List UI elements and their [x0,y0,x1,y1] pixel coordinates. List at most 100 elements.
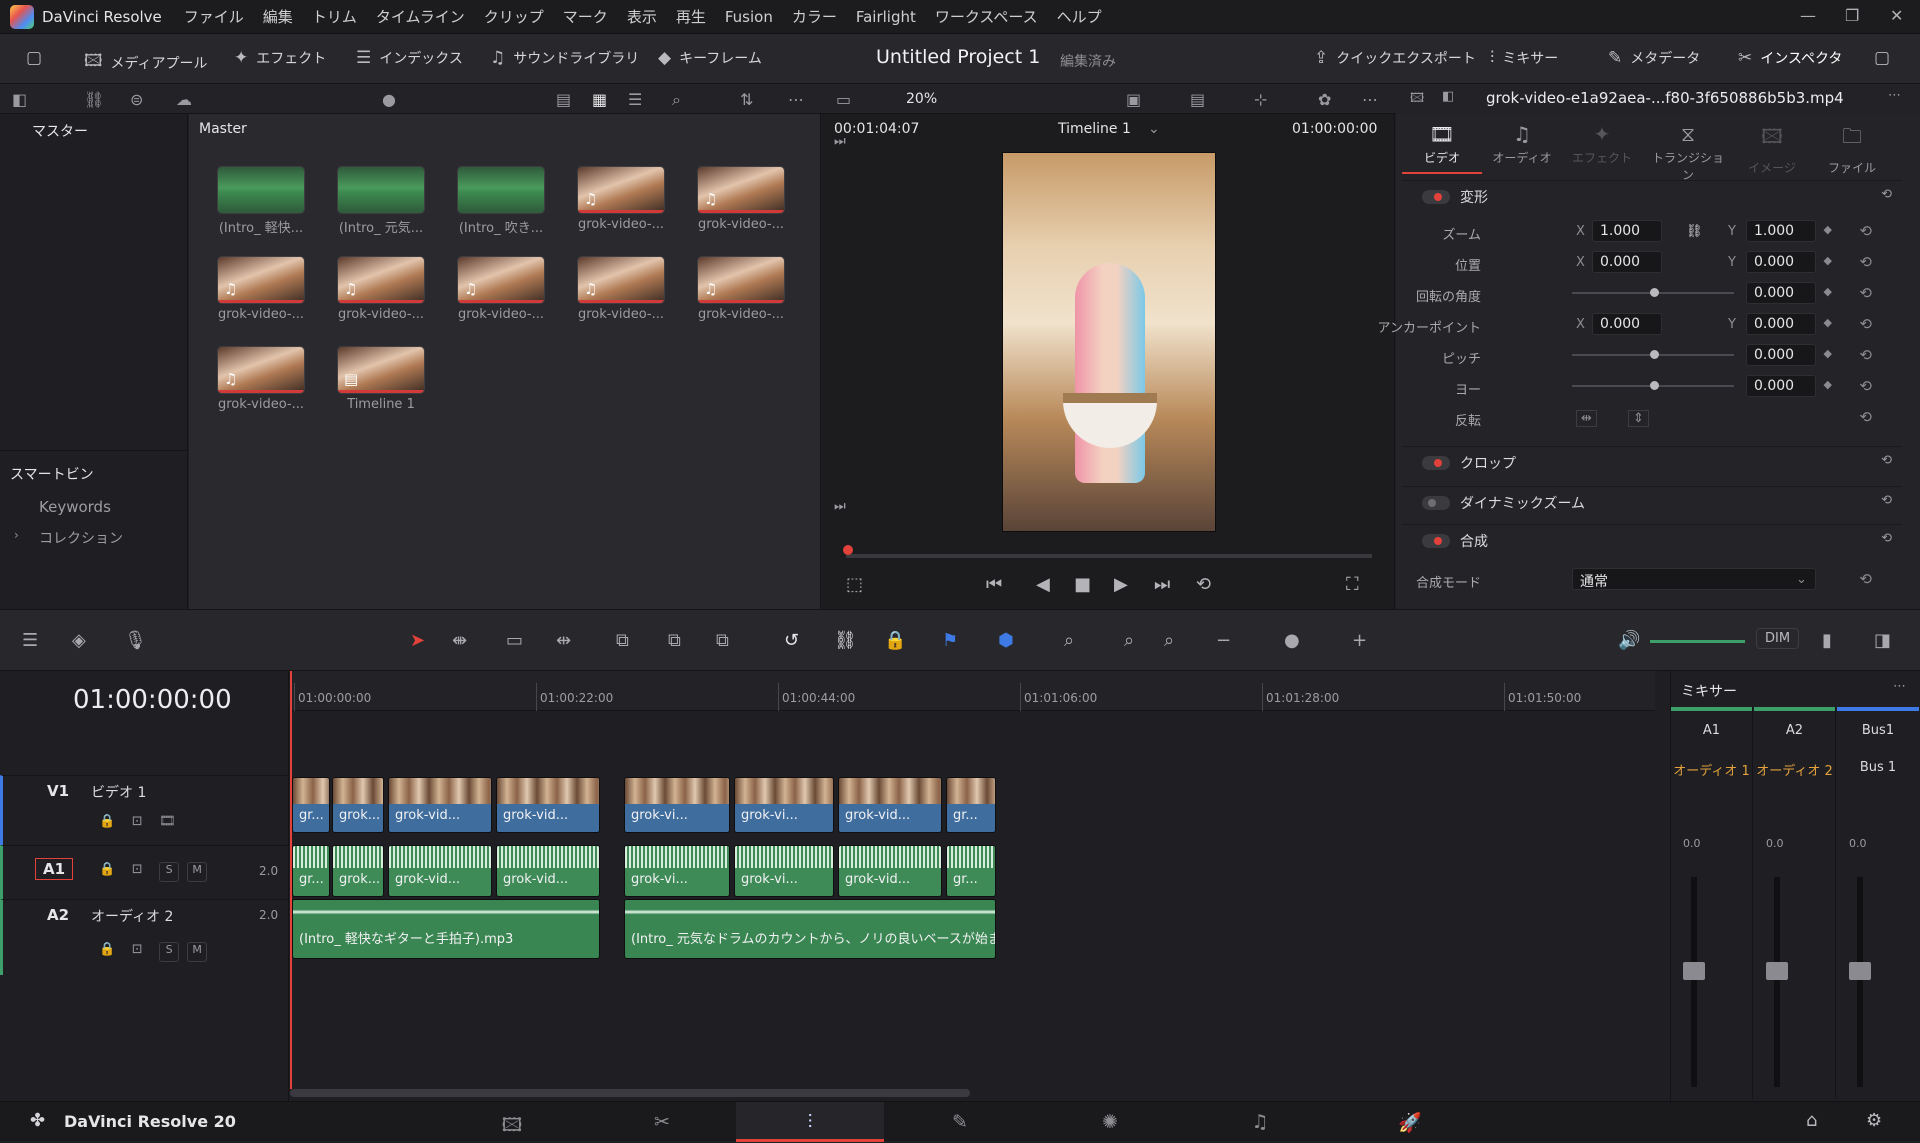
reset-icon[interactable]: ⟲ [1859,377,1872,395]
list-view-icon[interactable]: ☰ [628,90,642,109]
timeline-ruler[interactable]: 01:00:00:00 01:00:22:00 01:00:44:00 01:0… [290,671,1655,711]
rotation-slider[interactable] [1572,288,1734,297]
viewer-fit-icon[interactable]: ▣ [1126,90,1141,109]
media-pool-clip[interactable]: (Intro_ 元気... [337,166,425,236]
diamond-icon[interactable]: ◈ [72,630,86,651]
smart-bin-keywords[interactable]: Keywords [39,498,111,516]
metadata-view-icon[interactable]: ▤ [556,90,571,109]
crop-toggle[interactable] [1422,456,1450,470]
fullscreen-icon[interactable]: ⛶ [1346,574,1359,595]
menu-view[interactable]: 表示 [627,6,657,27]
zoom-slider[interactable]: ● [1284,630,1300,651]
reset-icon[interactable]: ⟲ [1881,187,1892,202]
menu-mark[interactable]: マーク [563,6,608,27]
zoom-x-field[interactable]: 1.000 [1592,220,1662,242]
video-clip[interactable]: grok-vi... [624,777,730,833]
menu-timeline[interactable]: タイムライン [376,6,465,27]
video-clip[interactable]: gr... [946,777,996,833]
insert-clip-icon[interactable]: ⧉ [616,630,629,651]
scrubber-playhead[interactable] [843,545,853,555]
section-crop[interactable]: クロップ ⟲ [1402,446,1902,476]
tab-image[interactable]: 🖾 イメージ [1732,122,1812,176]
horizontal-scrollbar[interactable] [290,1089,970,1097]
video-clip[interactable]: grok-vid... [838,777,942,833]
mute-button[interactable]: M [187,942,208,962]
blade-tool-icon[interactable]: ⇹ [556,630,571,651]
position-x-field[interactable]: 0.000 [1592,251,1662,273]
solo-button[interactable]: S [159,942,180,962]
menu-workspace[interactable]: ワークスペース [935,6,1038,27]
menu-fairlight[interactable]: Fairlight [856,8,916,26]
page-media-icon[interactable]: 🖾 [438,1102,586,1142]
loop-icon[interactable]: ⟲ [1196,574,1211,595]
zoom-y-field[interactable]: 1.000 [1746,220,1816,242]
reset-icon[interactable]: ⟲ [1859,570,1872,588]
media-pool-clip[interactable]: ♫ grok-video-... [577,256,665,322]
timeline-options-icon[interactable]: ☰ [22,630,38,651]
media-pool-clip[interactable]: ♫ grok-video-... [697,166,785,232]
audio-clip[interactable]: grok-vid... [388,845,492,897]
section-composite[interactable]: 合成 ⟲ [1402,524,1902,554]
marker-icon[interactable]: ⬢ [998,630,1014,651]
dim-button[interactable]: DIM [1756,628,1800,649]
reset-icon[interactable]: ⟲ [1859,284,1872,302]
disable-video-icon[interactable]: 🎞 [159,814,176,829]
music-clip[interactable]: (Intro_ 元気なドラムのカウントから、ノリの良いベースが始まる).m... [624,899,996,959]
thumbnail-view-icon[interactable]: ▦ [592,90,607,109]
smart-bin-collections[interactable]: コレクション [39,528,123,548]
zoom-level[interactable]: 20% [906,91,937,107]
reset-icon[interactable]: ⟲ [1859,222,1872,240]
audio-clip[interactable]: grok... [332,845,384,897]
settings-gear-icon[interactable]: ⚙ [1866,1110,1882,1131]
track-a2[interactable]: A2 オーディオ 2 2.0 🔒 ⊡ SM [0,899,289,975]
minimize-icon[interactable]: — [1800,6,1816,25]
video-clip[interactable]: grok... [332,777,384,833]
linked-selection-icon[interactable]: ⛓ [834,630,857,651]
track-v1[interactable]: V1 ビデオ 1 🔒 ⊡ 🎞 [0,775,289,845]
keyframe-diamond-icon[interactable]: ◆ [1824,347,1832,360]
search-icon[interactable]: ⌕ [672,90,681,110]
panel-toggle-icon[interactable]: ▢ [26,48,50,68]
anchor-y-field[interactable]: 0.000 [1746,313,1816,335]
video-clip[interactable]: grok-vid... [388,777,492,833]
audio-clip[interactable]: gr... [946,845,996,897]
keyframe-diamond-icon[interactable]: ◆ [1824,254,1832,267]
zoom-custom-icon[interactable]: ⌕ [1164,630,1174,651]
audio-clip[interactable]: grok-vid... [496,845,600,897]
blend-mode-select[interactable]: 通常 [1572,568,1816,590]
page-fusion-icon[interactable]: ✎ [886,1102,1034,1142]
keyframe-diamond-icon[interactable]: ◆ [1824,223,1832,236]
mixer-button[interactable]: ⫶ ミキサー [1490,48,1558,68]
flag-icon[interactable]: ⚑ [942,630,958,651]
video-clip[interactable]: grok-vi... [734,777,834,833]
mute-button[interactable]: M [187,862,208,882]
zoom-in-icon[interactable]: + [1352,630,1367,651]
flip-horizontal-icon[interactable]: ⇹ [1576,410,1597,427]
section-transform[interactable]: 変形 ⟲ [1402,180,1902,210]
bin-master[interactable]: マスター [0,114,187,141]
keyframes-button[interactable]: ◆ キーフレーム [658,48,762,68]
page-deliver-icon[interactable]: 🚀 [1336,1102,1484,1142]
color-icon[interactable]: ✿ [1318,90,1331,109]
channel-fader[interactable] [1766,962,1788,980]
mic-icon[interactable]: 🎙 [124,630,147,651]
dynamic-trim-icon[interactable]: ▭ [506,630,523,651]
pitch-field[interactable]: 0.000 [1746,344,1816,366]
keyframe-diamond-icon[interactable]: ◆ [1824,285,1832,298]
panel-layout-icon[interactable]: ◨ [1874,630,1891,651]
channel-fader[interactable] [1683,962,1705,980]
scrubber[interactable] [846,554,1372,558]
trim-tool-icon[interactable]: ⇼ [452,630,467,651]
effects-button[interactable]: ✦ エフェクト [234,48,326,68]
page-cut-icon[interactable]: ✂ [588,1102,736,1142]
link-icon[interactable]: ⛓ [1686,224,1703,239]
chevron-down-icon[interactable]: ⌄ [1796,572,1807,587]
overwrite-clip-icon[interactable]: ⧉ [668,630,681,651]
audio-clip[interactable]: gr... [292,845,330,897]
rotation-field[interactable]: 0.000 [1746,282,1816,304]
more-options-icon[interactable]: ⋯ [788,90,804,109]
stop-icon[interactable]: ■ [1074,574,1091,595]
reset-icon[interactable]: ⟲ [1859,408,1872,426]
reset-icon[interactable]: ⟲ [1881,453,1892,468]
split-view-icon[interactable]: ◧ [1442,89,1454,104]
